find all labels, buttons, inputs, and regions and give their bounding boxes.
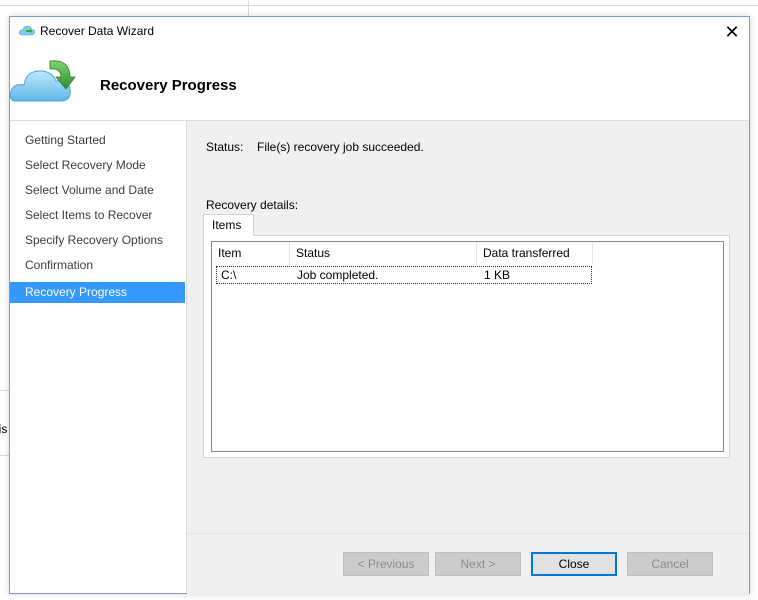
close-window-button[interactable]: ✕ [719, 19, 745, 45]
items-tab-panel: Item Status Data transferred C:\ Job com… [203, 235, 730, 458]
recovery-items-table[interactable]: Item Status Data transferred C:\ Job com… [211, 241, 724, 452]
nav-item-select-volume-and-date[interactable]: Select Volume and Date [10, 180, 185, 201]
nav-item-recovery-progress[interactable]: Recovery Progress [10, 282, 185, 303]
wizard-steps-nav: Getting Started Select Recovery Mode Sel… [10, 121, 187, 593]
nav-item-select-items-to-recover[interactable]: Select Items to Recover [10, 205, 185, 226]
next-button[interactable]: Next > [435, 552, 521, 576]
nav-item-specify-recovery-options[interactable]: Specify Recovery Options [10, 230, 185, 251]
tab-items[interactable]: Items [203, 214, 254, 236]
close-button[interactable]: Close [531, 552, 617, 576]
cell-status: Job completed. [297, 268, 379, 282]
wizard-footer: < Previous Next > Close Cancel [187, 533, 749, 594]
nav-item-getting-started[interactable]: Getting Started [10, 130, 185, 151]
previous-button[interactable]: < Previous [343, 552, 429, 576]
nav-item-select-recovery-mode[interactable]: Select Recovery Mode [10, 155, 185, 176]
background-divider [248, 0, 249, 16]
cancel-button[interactable]: Cancel [627, 552, 713, 576]
table-header: Item Status Data transferred [212, 242, 593, 265]
nav-item-confirmation[interactable]: Confirmation [10, 255, 185, 276]
wizard-header: Recovery Progress [10, 47, 749, 121]
background-divider [0, 390, 9, 391]
window-title: Recover Data Wizard [40, 24, 155, 38]
status-label: Status: [206, 140, 244, 154]
table-row[interactable]: C:\ Job completed. 1 KB [216, 266, 592, 284]
main-content: Status: File(s) recovery job succeeded. … [187, 121, 749, 533]
recovery-details-label: Recovery details: [206, 198, 299, 212]
cell-item: C:\ [221, 268, 237, 282]
background-divider [0, 5, 758, 6]
recover-data-wizard-dialog: Recover Data Wizard ✕ Recovery Progress … [9, 16, 750, 594]
status-value: File(s) recovery job succeeded. [257, 140, 424, 154]
page-title: Recovery Progress [100, 77, 237, 94]
cell-data-transferred: 1 KB [484, 268, 511, 282]
background-partial-text: nis [0, 422, 8, 436]
column-header-item[interactable]: Item [212, 242, 290, 265]
background-divider [0, 455, 9, 456]
title-bar[interactable]: Recover Data Wizard ✕ [10, 17, 749, 47]
column-header-data-transferred[interactable]: Data transferred [477, 242, 593, 265]
cloud-icon [19, 25, 35, 36]
column-header-status[interactable]: Status [290, 242, 477, 265]
cloud-recover-icon [10, 60, 76, 102]
